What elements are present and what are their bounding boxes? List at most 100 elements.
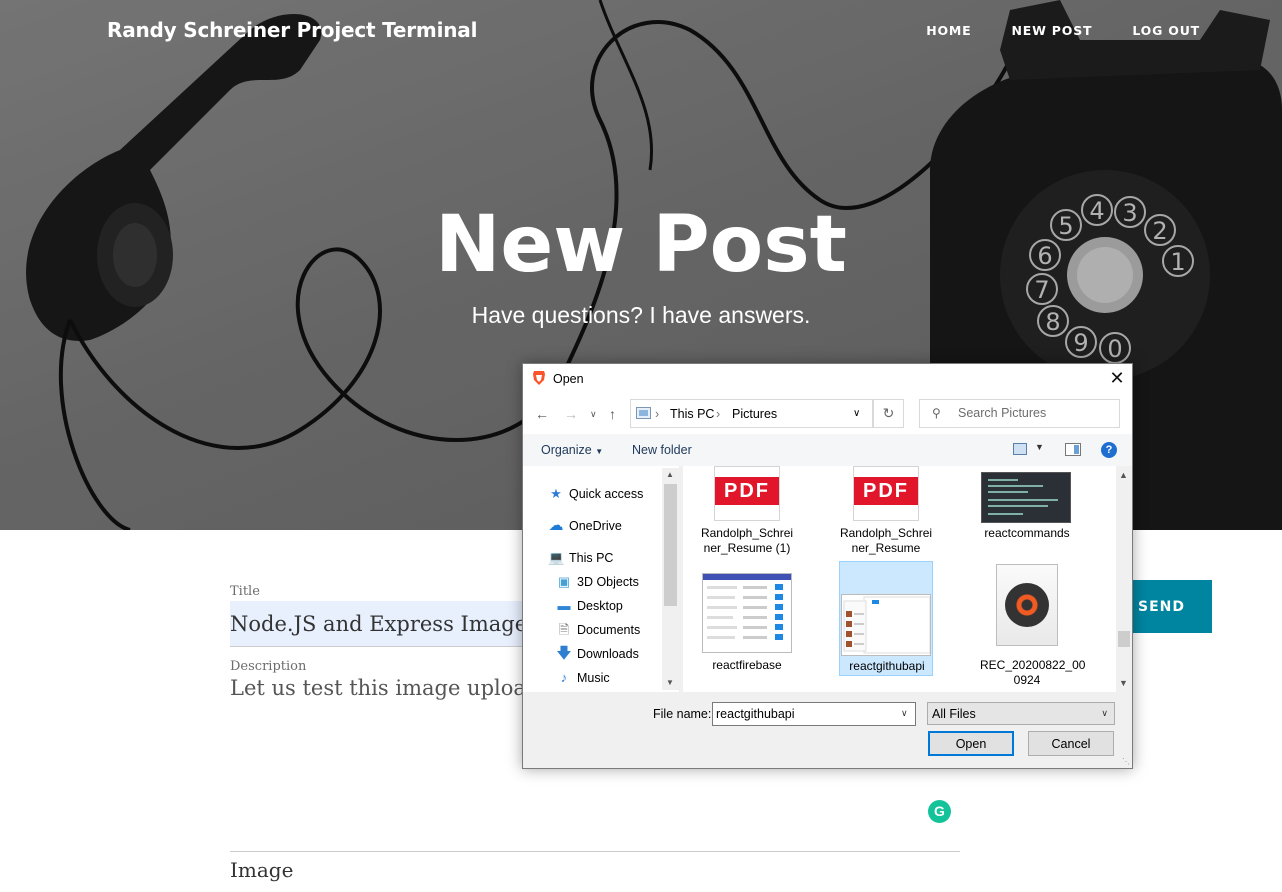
caret-down-icon[interactable]: ▼ — [1035, 442, 1044, 452]
nav-item-label: Documents — [577, 623, 641, 637]
file-list-scrollbar[interactable]: ▲ ▼ — [1116, 466, 1132, 692]
site-brand[interactable]: Randy Schreiner Project Terminal — [107, 18, 477, 42]
change-view-icon[interactable] — [1013, 443, 1027, 455]
scroll-up-icon[interactable]: ▲ — [1119, 470, 1128, 480]
cancel-button[interactable]: Cancel — [1028, 731, 1114, 756]
breadcrumb-separator-icon: › — [655, 407, 660, 421]
dialog-toolbar: Organize ▼ New folder ▼ ? — [523, 434, 1132, 466]
scroll-up-icon[interactable]: ▲ — [666, 470, 674, 479]
open-file-dialog: Open ✕ ← → ∨ ↑ › This PC › Pictures ∨ ↻ … — [522, 363, 1133, 769]
file-name: 0924 — [1013, 673, 1041, 687]
nav-item-label: 3D Objects — [577, 575, 639, 589]
file-item-reactcommands[interactable]: reactcommands — [980, 466, 1074, 558]
scrollbar-thumb[interactable] — [1118, 631, 1130, 647]
file-name-label: File name: — [653, 707, 712, 721]
up-arrow-icon[interactable]: ↑ — [609, 406, 616, 422]
file-item-reactgithubapi-selected[interactable]: reactgithubapi — [839, 561, 933, 676]
chevron-down-icon[interactable]: ∨ — [901, 708, 908, 719]
file-name: Randolph_Schrei — [700, 526, 794, 540]
star-icon: ★ — [550, 486, 562, 501]
brave-lion-icon — [533, 371, 545, 385]
resize-grip-icon[interactable]: ⋱ — [1122, 757, 1130, 766]
nav-item-label: Downloads — [577, 647, 639, 661]
image-thumbnail — [981, 472, 1071, 523]
file-name: REC_20200822_00 — [980, 658, 1086, 672]
file-name: Randolph_Schrei — [839, 526, 933, 540]
page-subtitle: Have questions? I have answers. — [471, 302, 811, 328]
file-item-reactfirebase[interactable]: reactfirebase — [700, 562, 794, 674]
scrollbar-thumb[interactable] — [664, 484, 677, 606]
computer-icon: 💻 — [548, 550, 565, 565]
help-icon[interactable]: ? — [1101, 442, 1117, 458]
nav-item-label: Quick access — [569, 487, 644, 501]
audio-file-icon — [996, 564, 1058, 646]
file-name: reactcommands — [984, 526, 1070, 540]
search-box[interactable]: ⚲ — [919, 399, 1120, 428]
scroll-down-icon[interactable]: ▼ — [666, 678, 674, 687]
desktop-icon: ▬ — [557, 598, 571, 613]
search-input[interactable] — [958, 406, 1108, 420]
document-icon: 🗎 — [558, 622, 570, 637]
pdf-file-icon: PDF — [714, 466, 780, 521]
description-label: Description — [230, 659, 307, 674]
cube-icon: ▣ — [557, 574, 571, 589]
nav-item-label: This PC — [569, 551, 614, 565]
new-folder-button[interactable]: New folder — [632, 443, 692, 457]
nav-item-label: Desktop — [577, 599, 623, 613]
nav-log-out-link[interactable]: LOG OUT — [1132, 23, 1200, 38]
file-name: reactfirebase — [712, 658, 782, 672]
nav-new-post-link[interactable]: NEW POST — [1011, 23, 1092, 38]
organize-menu-button[interactable]: Organize ▼ — [541, 443, 603, 457]
caret-down-icon: ▼ — [595, 447, 604, 456]
back-arrow-icon[interactable]: ← — [535, 406, 549, 422]
open-button[interactable]: Open — [928, 731, 1014, 756]
scroll-down-icon[interactable]: ▼ — [1119, 678, 1128, 688]
file-name: reactgithubapi — [849, 659, 925, 673]
file-item-resume-1[interactable]: PDF Randolph_Schrei ner_Resume (1) — [700, 466, 794, 558]
chevron-down-icon[interactable]: ∨ — [853, 408, 860, 419]
image-thumbnail — [841, 594, 931, 656]
pdf-badge: PDF — [715, 477, 779, 505]
image-label: Image — [230, 858, 294, 882]
breadcrumb-pictures[interactable]: Pictures — [732, 407, 777, 421]
close-icon[interactable]: ✕ — [1102, 364, 1132, 393]
breadcrumb-this-pc[interactable]: This PC — [670, 407, 714, 421]
pdf-file-icon: PDF — [853, 466, 919, 521]
nav-item-label: Music — [577, 671, 610, 685]
file-type-value: All Files — [932, 707, 976, 721]
file-name: ner_Resume (1) — [703, 541, 791, 555]
main-nav: HOME NEW POST LOG OUT — [926, 23, 1200, 38]
preview-pane-icon[interactable] — [1065, 443, 1081, 456]
address-row: ← → ∨ ↑ › This PC › Pictures ∨ ↻ ⚲ — [523, 393, 1132, 434]
file-name-input[interactable] — [712, 702, 916, 726]
recent-locations-chevron-icon[interactable]: ∨ — [590, 409, 597, 420]
forward-arrow-icon[interactable]: → — [564, 406, 578, 422]
nav-item-label: OneDrive — [569, 519, 622, 533]
title-label: Title — [230, 584, 260, 599]
navigation-pane: ★ Quick access ☁ OneDrive 💻 This PC ▣ 3D… — [523, 466, 679, 692]
disc-icon — [1005, 583, 1049, 627]
search-icon: ⚲ — [932, 406, 941, 420]
file-item-resume[interactable]: PDF Randolph_Schrei ner_Resume — [839, 466, 933, 558]
refresh-icon[interactable]: ↻ — [873, 399, 904, 428]
file-list: PDF Randolph_Schrei ner_Resume (1) PDF R… — [683, 466, 1116, 692]
chevron-down-icon: ∨ — [1101, 708, 1108, 718]
organize-label: Organize — [541, 443, 592, 457]
breadcrumb-separator-icon: › — [716, 407, 721, 421]
download-arrow-icon: 🡇 — [556, 645, 572, 662]
nav-pane-scrollbar[interactable]: ▲ ▼ — [662, 468, 679, 690]
dialog-title: Open — [553, 372, 584, 386]
pdf-badge: PDF — [854, 477, 918, 505]
address-bar[interactable]: › This PC › Pictures ∨ — [630, 399, 873, 428]
pictures-folder-icon — [636, 407, 651, 419]
image-thumbnail — [702, 573, 792, 653]
cloud-icon: ☁ — [548, 517, 564, 534]
nav-home-link[interactable]: HOME — [926, 23, 971, 38]
file-name: ner_Resume — [851, 541, 921, 555]
grammarly-icon[interactable]: G — [928, 800, 951, 823]
music-note-icon: ♪ — [560, 670, 568, 685]
dialog-titlebar[interactable]: Open ✕ — [523, 364, 1132, 393]
page-title: New Post — [435, 200, 847, 290]
file-type-select[interactable]: All Files ∨ — [927, 702, 1115, 725]
file-item-rec-audio[interactable]: REC_20200822_00 0924 — [980, 562, 1086, 687]
